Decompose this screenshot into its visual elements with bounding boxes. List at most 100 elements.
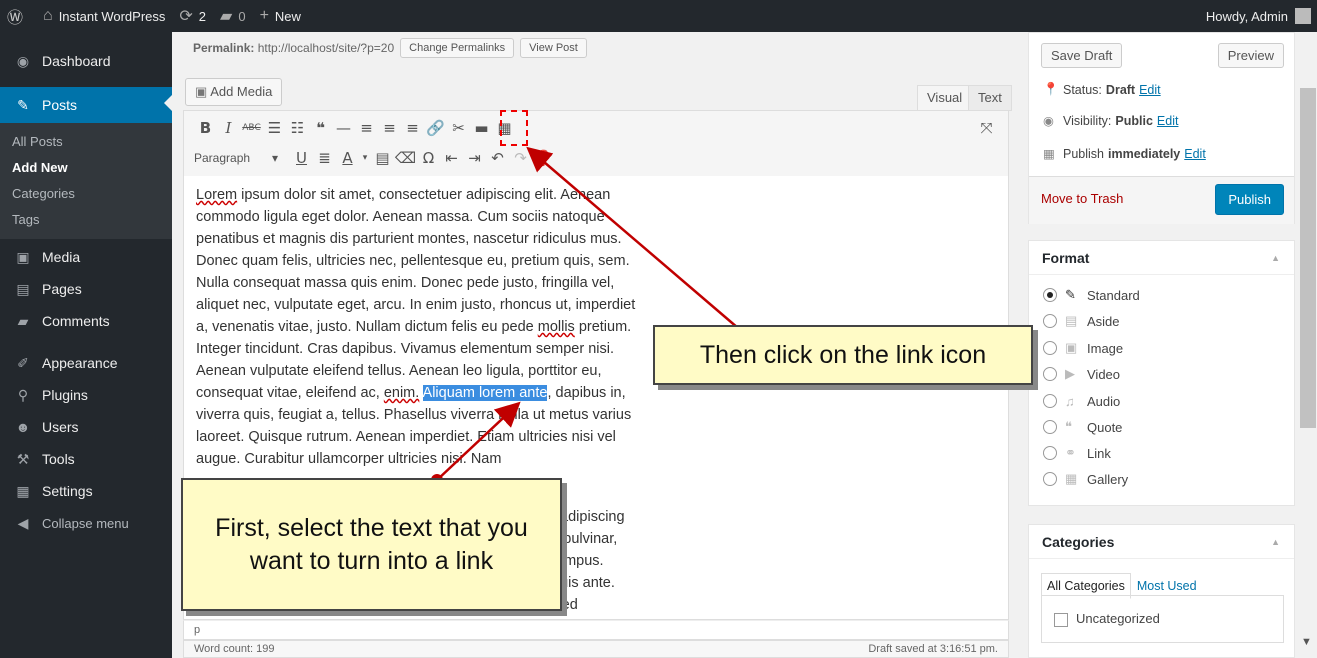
permalink-url[interactable]: http://localhost/site/?p=20: [258, 41, 394, 55]
format-box: Format ▲ ✎ Standard ▤ Aside ▣ Image ▶ Video ♫…: [1028, 240, 1295, 506]
menu-item-pages[interactable]: ▤ Pages: [0, 273, 172, 305]
wordpress-logo-icon[interactable]: Ⓦ: [0, 0, 36, 32]
scrollbar-thumb[interactable]: [1300, 88, 1316, 428]
paste-text-icon[interactable]: ▤: [371, 145, 394, 171]
gallery-icon: ▦: [1065, 471, 1078, 486]
site-name-link[interactable]: ⌂ Instant WordPress: [36, 0, 172, 32]
submenu-tags[interactable]: Tags: [0, 207, 172, 233]
read-more-icon[interactable]: ▬: [470, 115, 493, 141]
submenu-categories[interactable]: Categories: [0, 181, 172, 207]
view-post-button[interactable]: View Post: [520, 38, 587, 58]
change-permalinks-button[interactable]: Change Permalinks: [400, 38, 515, 58]
align-center-icon[interactable]: ≡: [378, 115, 401, 141]
clear-formatting-icon[interactable]: ⌫: [394, 145, 417, 171]
bullet-list-icon[interactable]: ☰: [263, 115, 286, 141]
radio-gallery[interactable]: [1043, 472, 1057, 486]
element-path: p: [183, 620, 1009, 640]
publish-button[interactable]: Publish: [1215, 184, 1284, 215]
comments-link[interactable]: ▰ 0: [213, 0, 253, 32]
undo-icon[interactable]: ↶: [486, 145, 509, 171]
radio-standard[interactable]: [1043, 288, 1057, 302]
strikethrough-icon[interactable]: ABC: [240, 115, 263, 141]
collapse-menu-button[interactable]: ◀ Collapse menu: [0, 507, 172, 539]
my-account[interactable]: Howdy, Admin: [1206, 8, 1317, 24]
comment-icon: ▰: [220, 8, 233, 25]
numbered-list-icon[interactable]: ☷: [286, 115, 309, 141]
settings-icon: ▦: [16, 482, 30, 499]
posts-submenu: All Posts Add New Categories Tags: [0, 123, 172, 239]
underline-icon[interactable]: U: [290, 145, 313, 171]
special-character-icon[interactable]: Ω: [417, 145, 440, 171]
format-option-link[interactable]: ⚭ Link: [1043, 443, 1111, 463]
radio-image[interactable]: [1043, 341, 1057, 355]
edit-visibility-link[interactable]: Edit: [1157, 114, 1179, 128]
edit-publish-time-link[interactable]: Edit: [1184, 147, 1206, 161]
callout-link-icon: Then click on the link icon: [653, 325, 1033, 385]
submenu-all-posts[interactable]: All Posts: [0, 129, 172, 155]
menu-item-media[interactable]: ▣ Media: [0, 241, 172, 273]
blockquote-icon[interactable]: ❝: [309, 115, 332, 141]
edit-status-link[interactable]: Edit: [1139, 83, 1161, 97]
bold-icon[interactable]: B: [194, 115, 217, 141]
menu-item-posts[interactable]: ✎ Posts: [0, 87, 172, 123]
tab-visual[interactable]: Visual: [917, 85, 973, 111]
unlink-icon[interactable]: ✂: [447, 115, 470, 141]
color-chevron-icon[interactable]: ▾: [359, 145, 371, 171]
format-option-quote[interactable]: ❝ Quote: [1043, 417, 1122, 437]
submenu-add-new[interactable]: Add New: [0, 155, 172, 181]
redo-icon[interactable]: ↷: [509, 145, 532, 171]
radio-aside[interactable]: [1043, 314, 1057, 328]
radio-video[interactable]: [1043, 367, 1057, 381]
format-option-audio[interactable]: ♫ Audio: [1043, 391, 1120, 411]
text-color-icon[interactable]: A: [336, 145, 359, 171]
format-select[interactable]: Paragraph ▾: [194, 151, 286, 165]
link-icon[interactable]: 🔗: [424, 115, 447, 141]
format-option-image[interactable]: ▣ Image: [1043, 338, 1123, 358]
menu-item-appearance[interactable]: ✐ Appearance: [0, 347, 172, 379]
pin-icon: 📍: [1043, 82, 1059, 96]
save-draft-button[interactable]: Save Draft: [1041, 43, 1123, 68]
format-option-video[interactable]: ▶ Video: [1043, 364, 1120, 384]
format-option-aside[interactable]: ▤ Aside: [1043, 311, 1120, 331]
preview-button[interactable]: Preview: [1217, 43, 1284, 68]
move-to-trash-link[interactable]: Move to Trash: [1041, 191, 1123, 206]
format-option-standard[interactable]: ✎ Standard: [1043, 285, 1140, 305]
menu-item-comments[interactable]: ▰ Comments: [0, 305, 172, 337]
horizontal-line-icon[interactable]: —: [332, 115, 355, 141]
justify-icon[interactable]: ≣: [313, 145, 336, 171]
radio-link[interactable]: [1043, 446, 1057, 460]
category-item[interactable]: Uncategorized: [1054, 611, 1160, 627]
format-option-gallery[interactable]: ▦ Gallery: [1043, 469, 1128, 489]
add-media-button[interactable]: ▣ Add Media: [185, 78, 283, 106]
collapse-toggle-icon[interactable]: ▲: [1271, 241, 1280, 275]
new-content-link[interactable]: + New: [253, 0, 308, 32]
updates-icon: ⟳: [179, 8, 193, 25]
indent-icon[interactable]: ⇥: [463, 145, 486, 171]
scroll-down-arrow-icon[interactable]: ▼: [1301, 636, 1312, 648]
admin-bar: Ⓦ ⌂ Instant WordPress ⟳ 2 ▰ 0 + New Howdy, A…: [0, 0, 1317, 32]
selected-text[interactable]: Aliquam lorem ante: [422, 385, 548, 401]
quote-icon: ❝: [1065, 419, 1072, 434]
publish-box: Save Draft Preview 📍 Status: Draft Edit ◉ Vi…: [1028, 32, 1295, 224]
menu-item-settings[interactable]: ▦ Settings: [0, 475, 172, 507]
post-body[interactable]: Lorem ipsum dolor sit amet, consectetuer…: [196, 184, 646, 470]
help-icon[interactable]: ❓: [532, 145, 555, 171]
align-right-icon[interactable]: ≡: [401, 115, 424, 141]
category-checkbox[interactable]: [1054, 612, 1068, 627]
italic-icon[interactable]: I: [217, 115, 240, 141]
media-icon: ▣: [195, 84, 211, 99]
menu-item-users[interactable]: ☻ Users: [0, 411, 172, 443]
draft-saved-status: Draft saved at 3:16:51 pm.: [868, 643, 998, 655]
menu-item-tools[interactable]: ⚒ Tools: [0, 443, 172, 475]
tab-text[interactable]: Text: [968, 85, 1012, 111]
collapse-toggle-icon[interactable]: ▲: [1271, 525, 1280, 559]
align-left-icon[interactable]: ≡: [355, 115, 378, 141]
menu-item-plugins[interactable]: ⚲ Plugins: [0, 379, 172, 411]
radio-quote[interactable]: [1043, 420, 1057, 434]
fullscreen-icon[interactable]: ⤧: [975, 115, 998, 141]
menu-item-dashboard[interactable]: ◉ Dashboard: [0, 45, 172, 77]
updates-link[interactable]: ⟳ 2: [172, 0, 213, 32]
radio-audio[interactable]: [1043, 394, 1057, 408]
callout-select-text: First, select the text that you want to …: [181, 478, 562, 611]
outdent-icon[interactable]: ⇤: [440, 145, 463, 171]
